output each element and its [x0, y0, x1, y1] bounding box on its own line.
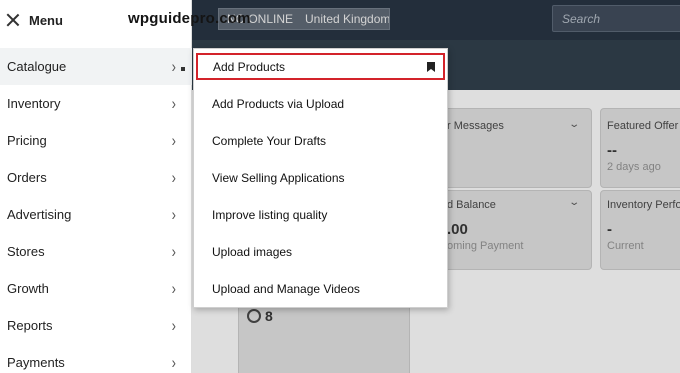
sidebar-item-pricing[interactable]: Pricing › [0, 122, 192, 159]
chevron-right-icon: › [171, 94, 176, 113]
sidebar-item-label: Pricing [7, 133, 47, 148]
sidebar-item-label: Orders [7, 170, 47, 185]
chevron-right-icon: › [171, 205, 176, 224]
submenu-item-label: Add Products [213, 59, 286, 74]
chevron-right-icon: › [171, 316, 176, 335]
chevron-right-icon: › [171, 242, 176, 261]
catalogue-submenu: Add Products Add Products via Upload Com… [193, 48, 448, 308]
submenu-item-add-products[interactable]: Add Products [196, 53, 445, 80]
close-icon[interactable] [6, 13, 20, 27]
mouse-cursor [181, 67, 185, 71]
chevron-right-icon: › [171, 168, 176, 187]
submenu-item-view-selling-applications[interactable]: View Selling Applications [194, 159, 447, 196]
bookmark-icon[interactable] [427, 62, 435, 72]
submenu-item-upload-manage-videos[interactable]: Upload and Manage Videos [194, 270, 447, 307]
sidebar-menu: Menu Catalogue › Inventory › Pricing › O… [0, 0, 192, 373]
submenu-item-label: Add Products via Upload [212, 96, 345, 111]
sidebar-item-label: Payments [7, 355, 65, 370]
chevron-right-icon: › [171, 353, 176, 372]
sidebar-item-reports[interactable]: Reports › [0, 307, 192, 344]
submenu-item-upload-images[interactable]: Upload images [194, 233, 447, 270]
sidebar-item-inventory[interactable]: Inventory › [0, 85, 192, 122]
watermark: wpguidepro.com [128, 10, 251, 27]
sidebar-item-orders[interactable]: Orders › [0, 159, 192, 196]
sidebar-item-catalogue[interactable]: Catalogue › [0, 48, 192, 85]
sidebar-item-label: Growth [7, 281, 49, 296]
sidebar-item-stores[interactable]: Stores › [0, 233, 192, 270]
submenu-item-complete-drafts[interactable]: Complete Your Drafts [194, 122, 447, 159]
sidebar-item-label: Stores [7, 244, 45, 259]
chevron-right-icon: › [171, 131, 176, 150]
submenu-item-improve-listing-quality[interactable]: Improve listing quality [194, 196, 447, 233]
sidebar-item-growth[interactable]: Growth › [0, 270, 192, 307]
chevron-right-icon: › [171, 279, 176, 298]
sidebar-item-payments[interactable]: Payments › [0, 344, 192, 373]
sidebar-item-label: Inventory [7, 96, 61, 111]
menu-title: Menu [29, 12, 63, 28]
submenu-item-add-products-via-upload[interactable]: Add Products via Upload [194, 85, 447, 122]
submenu-item-label: Upload images [212, 244, 293, 259]
sidebar-item-label: Reports [7, 318, 53, 333]
sidebar-item-label: Catalogue [7, 59, 67, 74]
submenu-item-label: Improve listing quality [212, 207, 328, 222]
sidebar-item-advertising[interactable]: Advertising › [0, 196, 192, 233]
submenu-item-label: Complete Your Drafts [212, 133, 327, 148]
submenu-item-label: Upload and Manage Videos [212, 281, 360, 296]
chevron-right-icon: › [171, 57, 176, 76]
submenu-item-label: View Selling Applications [212, 170, 345, 185]
sidebar-item-label: Advertising [7, 207, 72, 222]
